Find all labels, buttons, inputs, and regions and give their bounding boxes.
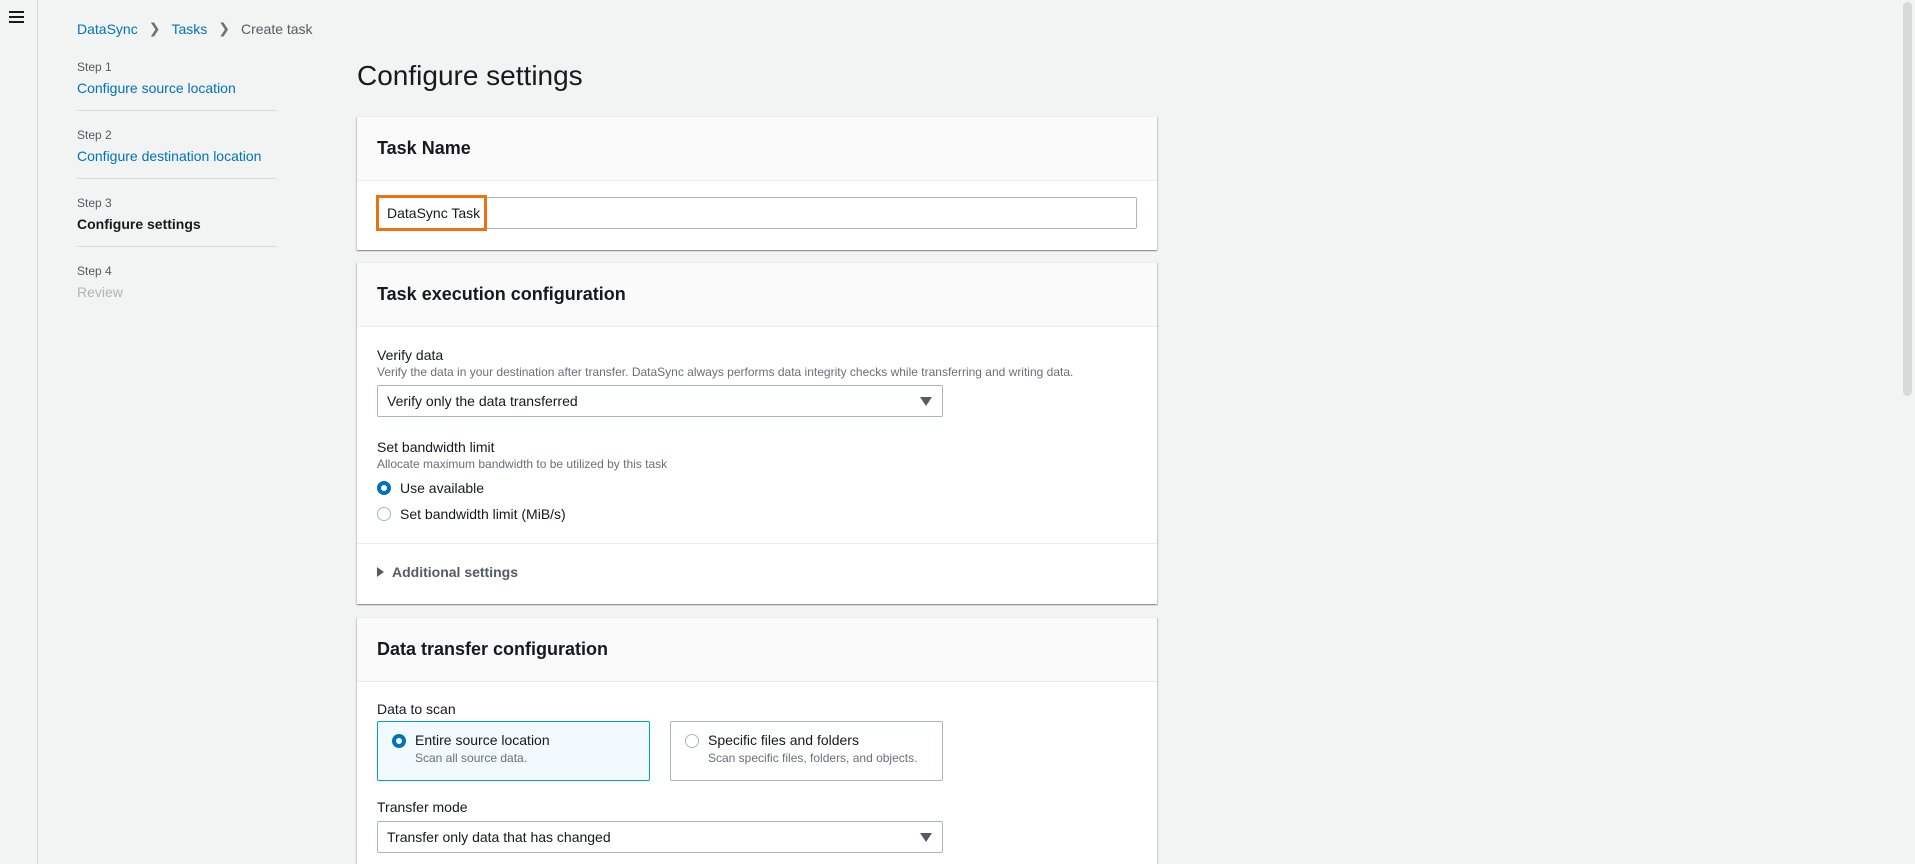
panel-header: Task Name	[357, 117, 1157, 181]
step-number: Step 1	[77, 60, 112, 74]
step-number: Step 3	[77, 196, 112, 210]
breadcrumb-datasync[interactable]: DataSync	[77, 21, 138, 37]
panel-body	[357, 181, 1157, 245]
verify-data-label: Verify data	[377, 347, 444, 363]
verify-data-select[interactable]: Verify only the data transferred	[377, 385, 943, 417]
select-value: Transfer only data that has changed	[387, 829, 611, 845]
step-link-source[interactable]: Configure source location	[77, 80, 277, 96]
panel-title: Task Name	[377, 138, 471, 158]
radio-checked-icon	[392, 734, 406, 748]
page-title: Configure settings	[357, 60, 583, 91]
execution-panel: Task execution configuration Verify data…	[357, 262, 1157, 604]
verify-data-description: Verify the data in your destination afte…	[377, 365, 1074, 379]
step-number: Step 2	[77, 128, 112, 142]
radio-unchecked-icon	[685, 734, 699, 748]
step-2: Step 2 Configure destination location	[77, 128, 277, 179]
caret-down-icon	[920, 397, 932, 406]
menu-icon[interactable]	[9, 11, 25, 25]
wizard-steps: Step 1 Configure source location Step 2 …	[77, 60, 277, 331]
tile-title: Specific files and folders	[708, 732, 859, 748]
caret-down-icon	[920, 833, 932, 842]
tile-entire-source[interactable]: Entire source location Scan all source d…	[377, 721, 650, 781]
radio-unchecked-icon	[377, 507, 391, 521]
step-current-settings: Configure settings	[77, 216, 201, 232]
radio-label: Use available	[400, 480, 485, 496]
tile-title: Entire source location	[415, 732, 550, 748]
step-number: Step 4	[77, 264, 112, 278]
scan-tiles: Entire source location Scan all source d…	[377, 721, 1137, 781]
breadcrumb-tasks[interactable]: Tasks	[171, 21, 207, 37]
step-link-destination[interactable]: Configure destination location	[77, 148, 277, 164]
chevron-right-icon: ❯	[218, 20, 230, 36]
radio-set-bandwidth-limit[interactable]: Set bandwidth limit (MiB/s)	[377, 501, 1137, 527]
task-name-field	[376, 195, 1137, 231]
radio-use-available[interactable]: Use available	[377, 475, 1137, 501]
tile-specific-files[interactable]: Specific files and folders Scan specific…	[670, 721, 943, 781]
tile-description: Scan specific files, folders, and object…	[708, 751, 918, 765]
chevron-right-icon: ❯	[148, 20, 161, 36]
additional-settings-expander[interactable]: Additional settings	[357, 544, 1157, 600]
panel-header: Data transfer configuration	[357, 618, 1157, 682]
panel-header: Task execution configuration	[357, 263, 1157, 327]
breadcrumb: DataSync ❯ Tasks ❯ Create task	[77, 20, 313, 37]
breadcrumb-current: Create task	[240, 20, 313, 37]
caret-right-icon	[377, 567, 384, 577]
transfer-mode-label: Transfer mode	[377, 799, 468, 815]
expander-label: Additional settings	[392, 564, 518, 580]
transfer-panel: Data transfer configuration Data to scan…	[357, 617, 1157, 864]
step-3: Step 3 Configure settings	[77, 196, 277, 247]
scrollbar-thumb[interactable]	[1903, 2, 1912, 396]
data-to-scan-label: Data to scan	[377, 701, 456, 717]
left-rail	[0, 0, 38, 864]
tile-content: Specific files and folders Scan specific…	[708, 732, 917, 770]
task-name-input[interactable]	[378, 198, 1136, 228]
step-4: Step 4 Review	[77, 264, 277, 314]
step-1: Step 1 Configure source location	[77, 60, 277, 111]
panel-title: Task execution configuration	[377, 284, 626, 304]
radio-label: Set bandwidth limit (MiB/s)	[400, 506, 566, 522]
bandwidth-label: Set bandwidth limit	[377, 439, 495, 455]
radio-checked-icon	[377, 481, 391, 495]
panel-body: Verify data Verify the data in your dest…	[357, 327, 1157, 544]
select-value: Verify only the data transferred	[387, 393, 578, 409]
panel-title: Data transfer configuration	[377, 639, 609, 659]
transfer-mode-select[interactable]: Transfer only data that has changed	[377, 821, 943, 853]
page-scrollbar[interactable]	[1900, 0, 1915, 864]
bandwidth-description: Allocate maximum bandwidth to be utilize…	[377, 457, 668, 471]
panel-body: Data to scan Entire source location Scan…	[357, 682, 1157, 864]
task-name-panel: Task Name	[357, 116, 1157, 250]
tile-content: Entire source location Scan all source d…	[415, 732, 550, 770]
step-review: Review	[77, 284, 123, 300]
tile-description: Scan all source data.	[415, 751, 528, 765]
